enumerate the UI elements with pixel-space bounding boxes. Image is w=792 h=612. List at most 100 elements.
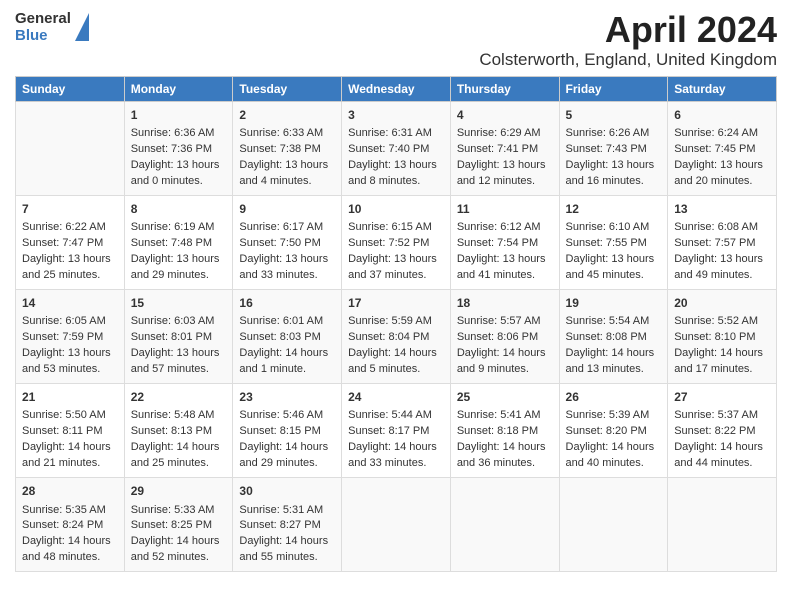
sunrise-text: Sunrise: 5:52 AM bbox=[674, 314, 770, 330]
sunrise-text: Sunrise: 5:39 AM bbox=[566, 408, 662, 424]
header-sunday: Sunday bbox=[16, 76, 125, 101]
day-number: 12 bbox=[566, 201, 662, 218]
day-number: 13 bbox=[674, 201, 770, 218]
sunrise-text: Sunrise: 5:48 AM bbox=[131, 408, 227, 424]
calendar-cell: 22 Sunrise: 5:48 AMSunset: 8:13 PMDayligh… bbox=[124, 384, 233, 478]
day-number: 7 bbox=[22, 201, 118, 218]
calendar-cell: 12Sunrise: 6:10 AMSunset: 7:55 PMDayligh… bbox=[559, 195, 668, 289]
day-number: 18 bbox=[457, 295, 553, 312]
sunset-text: Sunset: 8:11 PM bbox=[22, 424, 118, 440]
sunset-text: Sunset: 8:18 PM bbox=[457, 424, 553, 440]
sunrise-text: Sunrise: 6:12 AM bbox=[457, 220, 553, 236]
day-number: 16 bbox=[239, 295, 335, 312]
calendar-cell: 28Sunrise: 5:35 AMSunset: 8:24 PMDayligh… bbox=[16, 478, 125, 572]
sunrise-text: Sunrise: 5:57 AM bbox=[457, 314, 553, 330]
calendar-cell bbox=[559, 478, 668, 572]
daylight-text: Daylight: 13 hours and 57 minutes. bbox=[131, 346, 227, 378]
calendar-cell: 18Sunrise: 5:57 AMSunset: 8:06 PMDayligh… bbox=[450, 289, 559, 383]
sunrise-text: Sunrise: 6:33 AM bbox=[239, 126, 335, 142]
calendar-cell: 29Sunrise: 5:33 AMSunset: 8:25 PMDayligh… bbox=[124, 478, 233, 572]
sunrise-text: Sunrise: 6:05 AM bbox=[22, 314, 118, 330]
daylight-text: Daylight: 13 hours and 49 minutes. bbox=[674, 252, 770, 284]
calendar-cell: 23Sunrise: 5:46 AMSunset: 8:15 PMDayligh… bbox=[233, 384, 342, 478]
daylight-text: Daylight: 13 hours and 29 minutes. bbox=[131, 252, 227, 284]
day-number: 8 bbox=[131, 201, 227, 218]
header-tuesday: Tuesday bbox=[233, 76, 342, 101]
header-thursday: Thursday bbox=[450, 76, 559, 101]
calendar-cell: 7Sunrise: 6:22 AMSunset: 7:47 PMDaylight… bbox=[16, 195, 125, 289]
sunrise-text: Sunrise: 6:22 AM bbox=[22, 220, 118, 236]
day-number: 3 bbox=[348, 107, 444, 124]
daylight-text: Daylight: 14 hours and 9 minutes. bbox=[457, 346, 553, 378]
sunrise-text: Sunrise: 5:33 AM bbox=[131, 503, 227, 519]
day-number: 11 bbox=[457, 201, 553, 218]
day-number: 23 bbox=[239, 389, 335, 406]
daylight-text: Daylight: 14 hours and 5 minutes. bbox=[348, 346, 444, 378]
day-number: 2 bbox=[239, 107, 335, 124]
calendar-cell: 16Sunrise: 6:01 AMSunset: 8:03 PMDayligh… bbox=[233, 289, 342, 383]
calendar-cell: 30Sunrise: 5:31 AMSunset: 8:27 PMDayligh… bbox=[233, 478, 342, 572]
sunset-text: Sunset: 7:52 PM bbox=[348, 236, 444, 252]
calendar-week-row: 28Sunrise: 5:35 AMSunset: 8:24 PMDayligh… bbox=[16, 478, 777, 572]
sunset-text: Sunset: 8:08 PM bbox=[566, 330, 662, 346]
sunrise-text: Sunrise: 6:01 AM bbox=[239, 314, 335, 330]
calendar-cell: 24Sunrise: 5:44 AMSunset: 8:17 PMDayligh… bbox=[342, 384, 451, 478]
calendar-cell bbox=[16, 101, 125, 195]
sunrise-text: Sunrise: 6:17 AM bbox=[239, 220, 335, 236]
sunset-text: Sunset: 7:50 PM bbox=[239, 236, 335, 252]
calendar-cell: 15Sunrise: 6:03 AMSunset: 8:01 PMDayligh… bbox=[124, 289, 233, 383]
sunrise-text: Sunrise: 6:29 AM bbox=[457, 126, 553, 142]
daylight-text: Daylight: 13 hours and 12 minutes. bbox=[457, 158, 553, 190]
day-number: 28 bbox=[22, 483, 118, 500]
sunset-text: Sunset: 7:48 PM bbox=[131, 236, 227, 252]
sunset-text: Sunset: 7:47 PM bbox=[22, 236, 118, 252]
day-number: 4 bbox=[457, 107, 553, 124]
daylight-text: Daylight: 14 hours and 17 minutes. bbox=[674, 346, 770, 378]
day-number: 24 bbox=[348, 389, 444, 406]
sunset-text: Sunset: 8:01 PM bbox=[131, 330, 227, 346]
sunset-text: Sunset: 8:20 PM bbox=[566, 424, 662, 440]
calendar-week-row: 14Sunrise: 6:05 AMSunset: 7:59 PMDayligh… bbox=[16, 289, 777, 383]
day-number: 10 bbox=[348, 201, 444, 218]
sunset-text: Sunset: 8:13 PM bbox=[131, 424, 227, 440]
daylight-text: Daylight: 13 hours and 53 minutes. bbox=[22, 346, 118, 378]
sunset-text: Sunset: 7:57 PM bbox=[674, 236, 770, 252]
header-saturday: Saturday bbox=[668, 76, 777, 101]
page-header: General Blue April 2024 Colsterworth, En… bbox=[15, 10, 777, 70]
day-number: 9 bbox=[239, 201, 335, 218]
calendar-cell: 4 Sunrise: 6:29 AMSunset: 7:41 PMDaylight… bbox=[450, 101, 559, 195]
sunrise-text: Sunrise: 6:03 AM bbox=[131, 314, 227, 330]
sunrise-text: Sunrise: 5:37 AM bbox=[674, 408, 770, 424]
calendar-table: SundayMondayTuesdayWednesdayThursdayFrid… bbox=[15, 76, 777, 573]
calendar-cell bbox=[450, 478, 559, 572]
calendar-cell: 3Sunrise: 6:31 AMSunset: 7:40 PMDaylight… bbox=[342, 101, 451, 195]
sunset-text: Sunset: 7:54 PM bbox=[457, 236, 553, 252]
title-block: April 2024 Colsterworth, England, United… bbox=[479, 10, 777, 70]
sunset-text: Sunset: 7:59 PM bbox=[22, 330, 118, 346]
sunset-text: Sunset: 7:41 PM bbox=[457, 142, 553, 158]
daylight-text: Daylight: 14 hours and 52 minutes. bbox=[131, 534, 227, 566]
day-number: 14 bbox=[22, 295, 118, 312]
sunrise-text: Sunrise: 5:46 AM bbox=[239, 408, 335, 424]
sunset-text: Sunset: 7:43 PM bbox=[566, 142, 662, 158]
header-monday: Monday bbox=[124, 76, 233, 101]
day-number: 5 bbox=[566, 107, 662, 124]
calendar-cell: 27Sunrise: 5:37 AMSunset: 8:22 PMDayligh… bbox=[668, 384, 777, 478]
day-number: 17 bbox=[348, 295, 444, 312]
day-number: 22 bbox=[131, 389, 227, 406]
calendar-header-row: SundayMondayTuesdayWednesdayThursdayFrid… bbox=[16, 76, 777, 101]
sunset-text: Sunset: 8:24 PM bbox=[22, 518, 118, 534]
sunrise-text: Sunrise: 5:59 AM bbox=[348, 314, 444, 330]
day-number: 29 bbox=[131, 483, 227, 500]
sunrise-text: Sunrise: 6:31 AM bbox=[348, 126, 444, 142]
sunset-text: Sunset: 8:27 PM bbox=[239, 518, 335, 534]
daylight-text: Daylight: 13 hours and 33 minutes. bbox=[239, 252, 335, 284]
sunrise-text: Sunrise: 5:31 AM bbox=[239, 503, 335, 519]
daylight-text: Daylight: 14 hours and 25 minutes. bbox=[131, 440, 227, 472]
sunrise-text: Sunrise: 6:10 AM bbox=[566, 220, 662, 236]
calendar-cell bbox=[342, 478, 451, 572]
calendar-cell: 19Sunrise: 5:54 AMSunset: 8:08 PMDayligh… bbox=[559, 289, 668, 383]
sunset-text: Sunset: 7:40 PM bbox=[348, 142, 444, 158]
sunrise-text: Sunrise: 5:50 AM bbox=[22, 408, 118, 424]
sunrise-text: Sunrise: 6:24 AM bbox=[674, 126, 770, 142]
